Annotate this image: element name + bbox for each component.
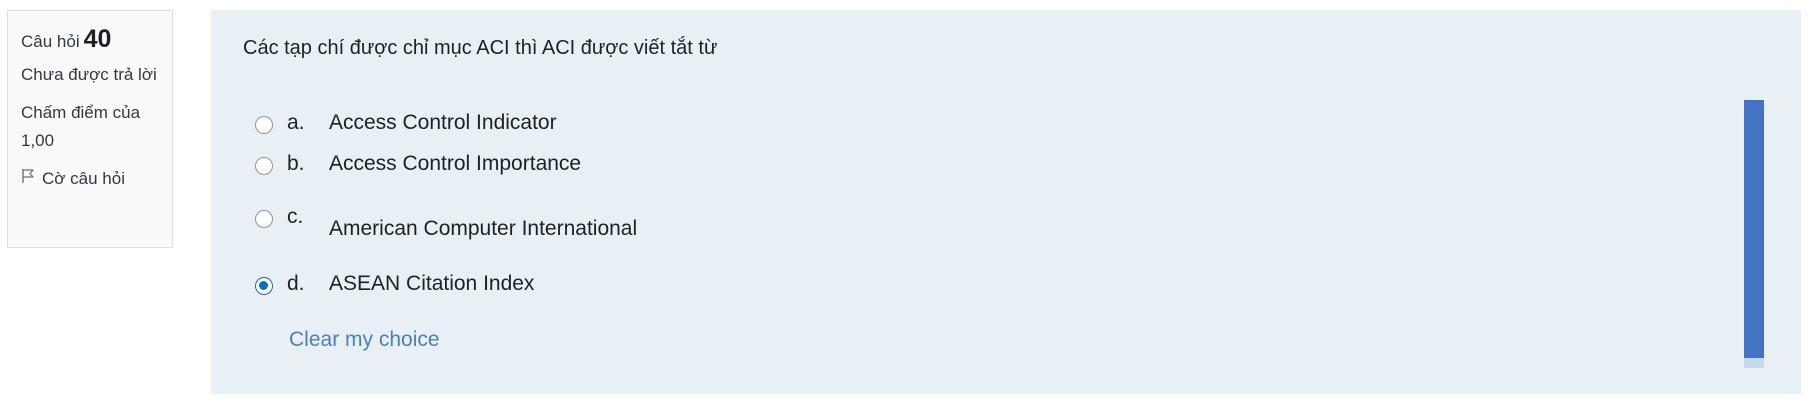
answer-letter-a: a. xyxy=(287,111,305,134)
answer-text-c: American Computer International xyxy=(329,217,638,240)
answer-letter-d: d. xyxy=(287,272,305,295)
vertical-scrollbar[interactable] xyxy=(1744,100,1764,368)
answer-letter-b: b. xyxy=(287,152,305,175)
answer-radio-c[interactable] xyxy=(255,210,273,228)
question-grade: Chấm điểm của 1,00 xyxy=(21,103,141,150)
flag-question-button[interactable]: Cờ câu hỏi xyxy=(21,165,160,193)
answer-option-b[interactable]: b. Access Control Importance xyxy=(255,152,581,176)
answer-option-c[interactable]: c. American Computer International xyxy=(255,205,637,241)
answer-text-d: ASEAN Citation Index xyxy=(329,272,535,295)
question-state: Chưa được trả lời xyxy=(21,65,157,84)
answer-radio-b[interactable] xyxy=(255,157,273,175)
flag-question-label: Cờ câu hỏi xyxy=(42,169,125,188)
question-panel: Các tạp chí được chỉ mục ACI thì ACI đượ… xyxy=(211,10,1801,394)
answer-option-d[interactable]: d. ASEAN Citation Index xyxy=(255,272,534,296)
quiz-question-page: Câu hỏi 40 Chưa được trả lời Chấm điểm củ… xyxy=(0,0,1814,408)
answer-radio-d[interactable] xyxy=(255,277,273,295)
flag-outline-icon xyxy=(21,165,42,193)
question-number: 40 xyxy=(83,25,112,53)
question-number-heading: Câu hỏi 40 xyxy=(21,25,160,56)
answer-radio-a[interactable] xyxy=(255,116,273,134)
answer-text-a: Access Control Indicator xyxy=(329,111,557,134)
scrollbar-thumb[interactable] xyxy=(1744,100,1764,358)
clear-choice-link[interactable]: Clear my choice xyxy=(289,328,440,352)
question-label: Câu hỏi xyxy=(21,32,80,51)
question-info-box: Câu hỏi 40 Chưa được trả lời Chấm điểm củ… xyxy=(7,10,173,248)
question-text: Các tạp chí được chỉ mục ACI thì ACI đượ… xyxy=(243,37,718,59)
answer-option-a[interactable]: a. Access Control Indicator xyxy=(255,111,557,135)
answer-letter-c: c. xyxy=(287,205,304,228)
answer-text-b: Access Control Importance xyxy=(329,152,582,175)
